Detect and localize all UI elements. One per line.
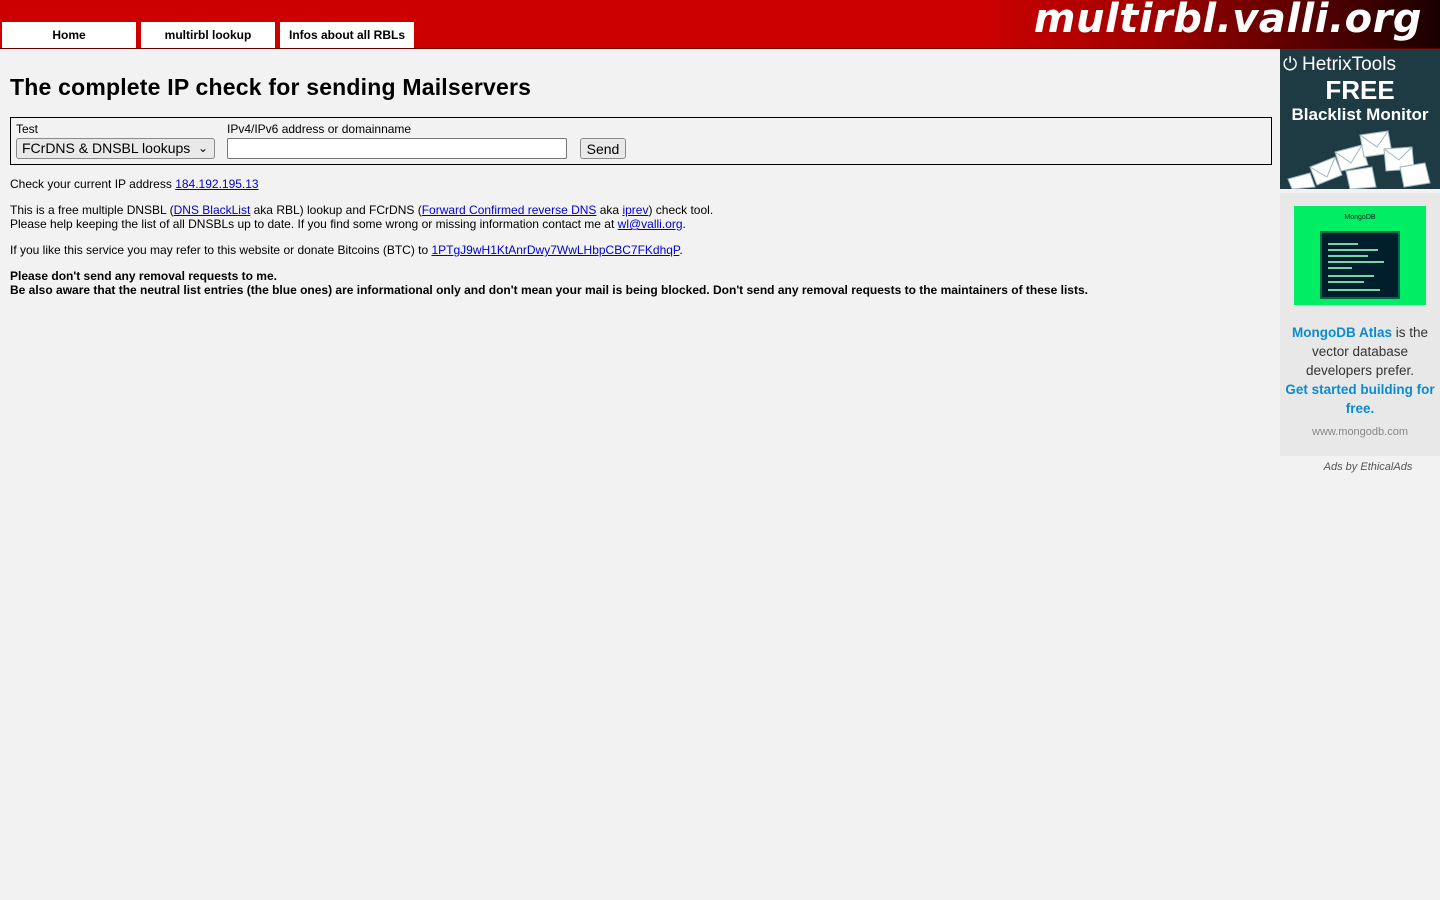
test-select[interactable]: FCrDNS & DNSBL lookups ⌄	[16, 138, 215, 159]
site-header: Home multirbl lookup Infos about all RBL…	[0, 0, 1440, 49]
intro-text-1: This is a free multiple DNSBL (	[10, 203, 174, 217]
hetrix-free: FREE	[1325, 75, 1395, 105]
fcrdns-link[interactable]: Forward Confirmed reverse DNS	[422, 203, 597, 217]
code-screen-illustration	[1320, 231, 1400, 299]
power-icon: ⏻	[1283, 54, 1298, 74]
ip-check-line: Check your current IP address 184.192.19…	[10, 177, 1272, 191]
removal-notice-line1: Please don't send any removal requests t…	[10, 269, 277, 283]
envelopes-icon	[1287, 130, 1431, 189]
mongodb-url: www.mongodb.com	[1312, 426, 1408, 438]
main-content: The complete IP check for sending Mailse…	[10, 49, 1272, 297]
test-label: Test	[16, 122, 39, 136]
site-logo[interactable]: multirbl.valli.org	[1034, 0, 1422, 42]
donate-text-end: .	[679, 243, 683, 257]
lookup-form: Test IPv4/IPv6 address or domainname FCr…	[10, 117, 1272, 165]
mongodb-cta: Get started building for free.	[1285, 382, 1435, 416]
nav-home[interactable]: Home	[2, 22, 136, 48]
test-select-value: FCrDNS & DNSBL lookups	[22, 140, 191, 156]
iprev-link[interactable]: iprev	[622, 203, 648, 217]
hetrix-brand: HetrixTools	[1302, 54, 1396, 75]
mongodb-ad-text[interactable]: MongoDB Atlas is the vector database dev…	[1280, 323, 1440, 418]
dnsbl-link[interactable]: DNS BlackList	[174, 203, 251, 217]
send-button[interactable]: Send	[580, 138, 626, 159]
removal-notice: Please don't send any removal requests t…	[10, 269, 1272, 297]
address-label: IPv4/IPv6 address or domainname	[227, 122, 412, 136]
intro-text-3: aka	[596, 203, 623, 217]
nav-multirbl-lookup[interactable]: multirbl lookup	[141, 22, 275, 48]
intro-text: This is a free multiple DNSBL (DNS Black…	[10, 203, 1272, 231]
intro-text-4: ) check tool.	[648, 203, 714, 217]
ethicalads-credit[interactable]: Ads by EthicalAds	[1280, 461, 1440, 473]
removal-notice-line2: Be also aware that the neutral list entr…	[10, 283, 1088, 297]
mongodb-logo: MongoDB	[1344, 214, 1376, 221]
mongodb-ad[interactable]: MongoDB MongoDB Atlas is the vector data…	[1280, 193, 1440, 456]
current-ip-link[interactable]: 184.192.195.13	[175, 177, 258, 191]
address-input[interactable]	[227, 138, 567, 159]
ip-check-text: Check your current IP address	[10, 177, 176, 191]
page-title: The complete IP check for sending Mailse…	[10, 74, 532, 100]
chevron-down-icon: ⌄	[197, 141, 208, 155]
intro-text-6: .	[682, 217, 686, 231]
donate-text-1: If you like this service you may refer t…	[10, 243, 432, 257]
intro-text-2: aka RBL) lookup and FCrDNS (	[250, 203, 422, 217]
hetrix-product: Blacklist Monitor	[1291, 105, 1429, 124]
mongodb-headline: MongoDB Atlas	[1291, 325, 1392, 340]
hetrixtools-ad[interactable]: ⏻ HetrixTools FREE Blacklist Monitor	[1280, 49, 1440, 189]
mongodb-ad-image[interactable]: MongoDB	[1294, 206, 1426, 305]
intro-text-5: Please help keeping the list of all DNSB…	[10, 217, 618, 231]
bitcoin-address-link[interactable]: 1PTgJ9wH1KtAnrDwy7WwLHbpCBC7FKdhqP	[432, 243, 680, 257]
nav-infos-rbls[interactable]: Infos about all RBLs	[280, 22, 414, 48]
main-nav: Home multirbl lookup Infos about all RBL…	[2, 22, 414, 48]
email-link[interactable]: wl@valli.org	[618, 217, 683, 231]
donate-text: If you like this service you may refer t…	[10, 243, 1272, 257]
